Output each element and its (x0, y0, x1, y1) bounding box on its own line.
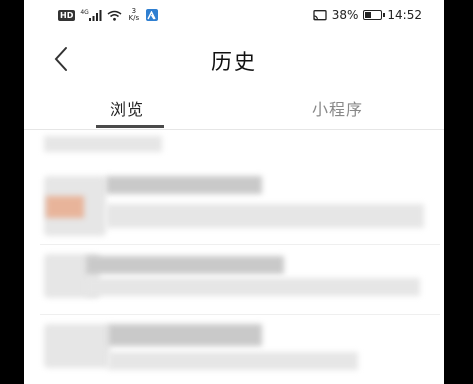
item-title-blurred (106, 176, 262, 194)
item-subtitle-blurred (108, 352, 358, 370)
tab-divider (24, 129, 444, 130)
history-item[interactable] (24, 168, 444, 242)
item-subtitle-blurred (106, 204, 424, 228)
item-subtitle-blurred (86, 278, 420, 296)
app-notification-icon (145, 9, 158, 21)
page-title: 历史 (211, 50, 257, 74)
hd-badge: HD (58, 9, 76, 21)
item-title-blurred (86, 256, 284, 274)
date-header-blurred (44, 136, 162, 152)
wifi-icon (107, 10, 122, 21)
history-item[interactable] (24, 246, 444, 312)
active-tab-indicator (96, 125, 164, 128)
thumbnail-accent (46, 196, 84, 218)
tab-browse[interactable]: 浏览 (110, 96, 144, 120)
clock: 14:52 (387, 8, 422, 22)
item-title-blurred (108, 324, 262, 346)
speed-unit: K/s (128, 14, 140, 22)
item-divider (40, 314, 440, 315)
battery-icon (363, 10, 386, 20)
tab-mini-programs[interactable]: 小程序 (312, 96, 363, 120)
item-divider (40, 244, 440, 245)
network-type: 4G (80, 8, 89, 16)
phone-screen: HD 4G 3 K/s 38% 14:52 历史 浏览 小程序 (24, 0, 444, 384)
battery-percent: 38% (331, 8, 359, 22)
title-bar: 历史 (24, 34, 444, 84)
signal-icon (88, 9, 102, 21)
item-thumbnail (44, 324, 110, 368)
status-bar: HD 4G 3 K/s 38% 14:52 (24, 0, 444, 30)
history-item[interactable] (24, 316, 444, 384)
network-speed: 3 K/s (127, 8, 141, 22)
tab-bar: 浏览 小程序 (24, 92, 444, 128)
cast-icon (313, 9, 327, 20)
